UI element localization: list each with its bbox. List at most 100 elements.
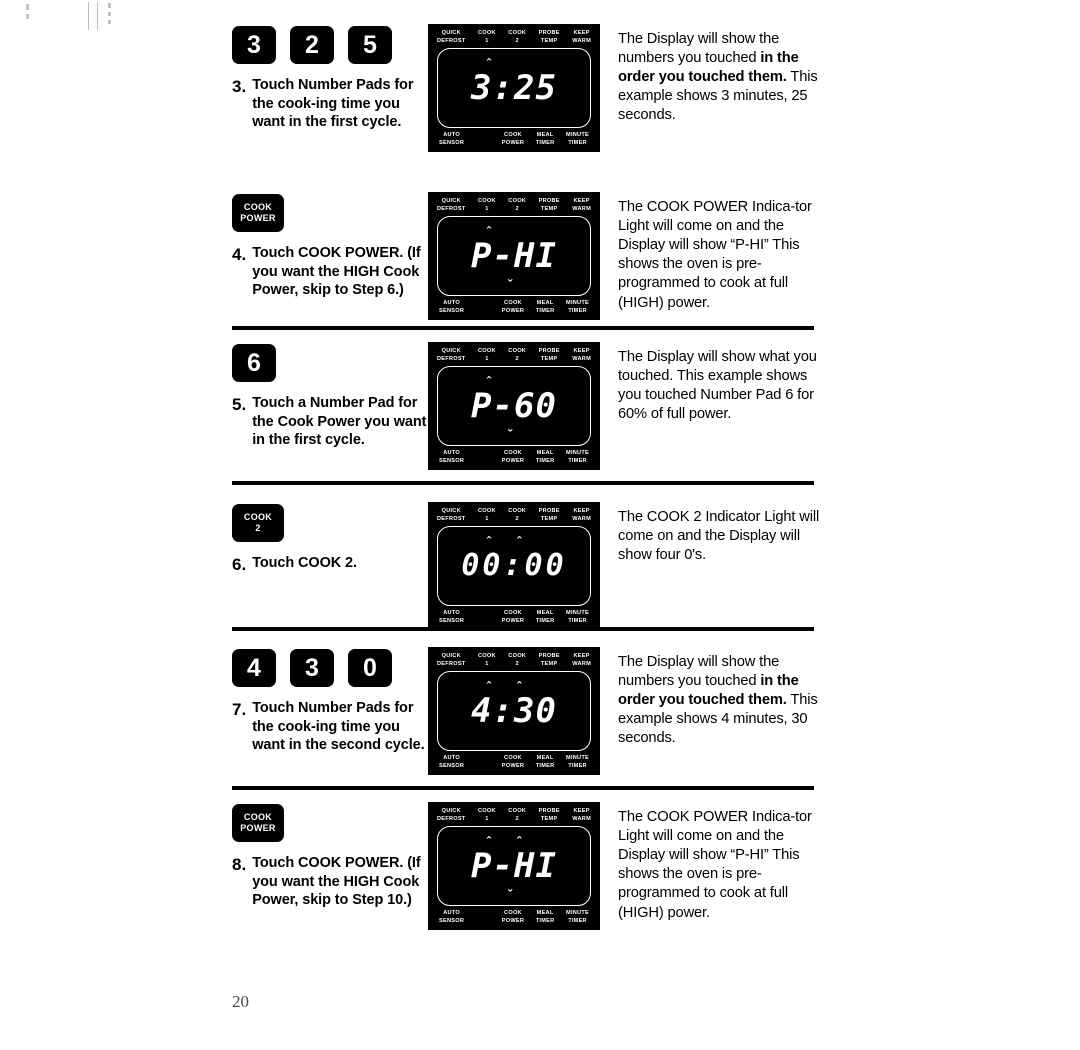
step-text: Touch Number Pads for the cook-ing time …	[252, 700, 425, 754]
indicator-label: MINUTE TIMER	[566, 909, 589, 924]
indicator-label: COOK 1	[478, 30, 496, 45]
lcd-digits: 00:00	[461, 548, 567, 583]
step-text: Touch a Number Pad for the Cook Power yo…	[252, 395, 427, 449]
lcd-screen: 3:25 ˆ	[437, 48, 591, 128]
step-panel-column: QUICK DEFROST COOK 1 COOK 2 PROBE TEMP KEEP …	[428, 645, 604, 775]
step-text: Touch Number Pads for the cook-ing time …	[252, 77, 414, 131]
number-pad-button[interactable]: 5	[348, 26, 392, 64]
number-pad-button[interactable]: 3	[232, 26, 276, 64]
step-number: 5.	[232, 395, 247, 414]
panel-bottom-indicators: AUTO SENSOR COOK POWER MEAL TIMER MINUTE TI…	[433, 609, 595, 625]
control-panel-display: QUICK DEFROST COOK 1 COOK 2 PROBE TEMP KEEP …	[428, 502, 600, 630]
step-text: Touch COOK POWER. (If you want the HIGH …	[252, 245, 421, 299]
step-description: The COOK POWER Indica-tor Light will com…	[618, 808, 824, 923]
panel-top-indicators: QUICK DEFROST COOK 1 COOK 2 PROBE TEMP KEEP …	[433, 807, 595, 823]
indicator-label: COOK POWER	[501, 754, 525, 769]
number-pad-button[interactable]: 6	[232, 344, 276, 382]
control-panel-display: QUICK DEFROST COOK 1 COOK 2 PROBE TEMP KEEP …	[428, 342, 600, 470]
description-text: The Display will show what you touched. …	[618, 349, 817, 423]
step-panel-column: QUICK DEFROST COOK 1 COOK 2 PROBE TEMP KEEP …	[428, 800, 604, 930]
function-pad-button[interactable]: COOK POWER	[232, 804, 284, 842]
indicator-label: MEAL TIMER	[535, 131, 555, 146]
indicator-label: MINUTE TIMER	[566, 131, 589, 146]
pad-label-line: COOK	[243, 511, 273, 522]
control-panel-display: QUICK DEFROST COOK 1 COOK 2 PROBE TEMP KEEP …	[428, 192, 600, 320]
indicator-label: COOK POWER	[501, 609, 525, 624]
indicator-label: COOK 2	[508, 508, 527, 523]
step-description-column: The Display will show what you touched. …	[604, 340, 824, 424]
description-text: The COOK POWER Indica-tor Light will com…	[618, 809, 812, 921]
caret-indicator-icon: ˆ	[486, 534, 491, 550]
function-pad-button[interactable]: COOK 2	[232, 504, 284, 542]
control-panel-display: QUICK DEFROST COOK 1 COOK 2 PROBE TEMP KEEP …	[428, 24, 600, 152]
arc-indicator-icon: ˇ	[507, 276, 513, 292]
step-description-column: The COOK 2 Indicator Light will come on …	[604, 500, 824, 565]
keypad-row: 430	[232, 649, 428, 687]
indicator-label: PROBE TEMP	[538, 348, 560, 363]
indicator-label: PROBE TEMP	[538, 30, 560, 45]
indicator-label: MINUTE TIMER	[566, 609, 589, 624]
indicator-label: KEEP WARM	[572, 348, 591, 363]
indicator-label: COOK POWER	[501, 909, 525, 924]
step-panel-column: QUICK DEFROST COOK 1 COOK 2 PROBE TEMP KEEP …	[428, 190, 604, 320]
indicator-label: MEAL TIMER	[535, 449, 555, 464]
step-description-column: The COOK POWER Indica-tor Light will com…	[604, 800, 824, 923]
indicator-label: KEEP WARM	[572, 508, 591, 523]
keypad-row: COOK POWER	[232, 804, 428, 842]
lcd-digits: 3:25	[471, 68, 557, 108]
number-pad-button[interactable]: 2	[290, 26, 334, 64]
step-description: The Display will show the numbers you to…	[618, 653, 824, 749]
number-pad-button[interactable]: 4	[232, 649, 276, 687]
step-description-column: The COOK POWER Indica-tor Light will com…	[604, 190, 824, 313]
indicator-label: PROBE TEMP	[538, 653, 560, 668]
indicator-label: COOK 2	[508, 808, 527, 823]
section-divider	[232, 481, 814, 485]
number-pad-button[interactable]: 3	[290, 649, 334, 687]
function-pad-button[interactable]: COOK POWER	[232, 194, 284, 232]
step-left-column: COOK POWER 8. Touch COOK POWER. (If you wan…	[232, 800, 428, 910]
indicator-label: QUICK DEFROST	[437, 808, 466, 823]
panel-bottom-indicators: AUTO SENSOR COOK POWER MEAL TIMER MINUTE TI…	[433, 754, 595, 770]
pad-label-line: POWER	[240, 823, 276, 833]
indicator-label: QUICK DEFROST	[437, 30, 466, 45]
indicator-label: QUICK DEFROST	[437, 198, 466, 213]
indicator-label: MEAL TIMER	[535, 909, 555, 924]
caret-indicator-icon: ˆ	[486, 374, 491, 390]
scan-speck	[108, 3, 111, 8]
lcd-screen: P-60 ˆ ˇ	[437, 366, 591, 446]
indicator-label: PROBE TEMP	[538, 198, 560, 213]
indicator-label: AUTO SENSOR	[439, 609, 465, 624]
number-pad-button[interactable]: 0	[348, 649, 392, 687]
panel-bottom-indicators: AUTO SENSOR COOK POWER MEAL TIMER MINUTE TI…	[433, 299, 595, 315]
instruction-step: 6 5. Touch a Number Pad for the Cook Power…	[232, 340, 824, 470]
indicator-label: PROBE TEMP	[538, 808, 560, 823]
indicator-label: COOK 2	[508, 348, 527, 363]
indicator-label: COOK 2	[508, 653, 527, 668]
arc-indicator-icon: ˇ	[507, 426, 513, 442]
step-text: Touch COOK POWER. (If you want the HIGH …	[252, 855, 421, 909]
panel-top-indicators: QUICK DEFROST COOK 1 COOK 2 PROBE TEMP KEEP …	[433, 347, 595, 363]
indicator-label: COOK 1	[478, 808, 496, 823]
step-panel-column: QUICK DEFROST COOK 1 COOK 2 PROBE TEMP KEEP …	[428, 22, 604, 152]
step-description: The Display will show the numbers you to…	[618, 30, 824, 126]
control-panel-display: QUICK DEFROST COOK 1 COOK 2 PROBE TEMP KEEP …	[428, 647, 600, 775]
scan-speck	[108, 20, 111, 24]
scan-speck	[26, 14, 29, 19]
caret-indicator-icon: ˆ	[486, 224, 491, 240]
step-left-column: COOK 2 6. Touch COOK 2.	[232, 500, 428, 576]
section-divider	[232, 786, 814, 790]
indicator-label: MINUTE TIMER	[566, 299, 589, 314]
indicator-label: COOK POWER	[501, 449, 525, 464]
step-description-column: The Display will show the numbers you to…	[604, 22, 824, 126]
step-instruction: 5. Touch a Number Pad for the Cook Power …	[232, 394, 428, 450]
description-text: The Display will show the numbers you to…	[618, 31, 780, 67]
arc-indicator-icon: ˇ	[507, 886, 513, 902]
panel-top-indicators: QUICK DEFROST COOK 1 COOK 2 PROBE TEMP KEEP …	[433, 507, 595, 523]
step-left-column: 4 3 0 7. Touch Number Pads for the cook-ing …	[232, 645, 428, 755]
scan-line	[97, 2, 98, 30]
indicator-label: AUTO SENSOR	[439, 754, 465, 769]
instruction-step: COOK POWER 4. Touch COOK POWER. (If you wan…	[232, 190, 824, 320]
scan-line	[88, 2, 89, 30]
indicator-label: COOK POWER	[501, 299, 525, 314]
lcd-screen: P-HI ˆ ˆ ˇ	[437, 826, 591, 906]
